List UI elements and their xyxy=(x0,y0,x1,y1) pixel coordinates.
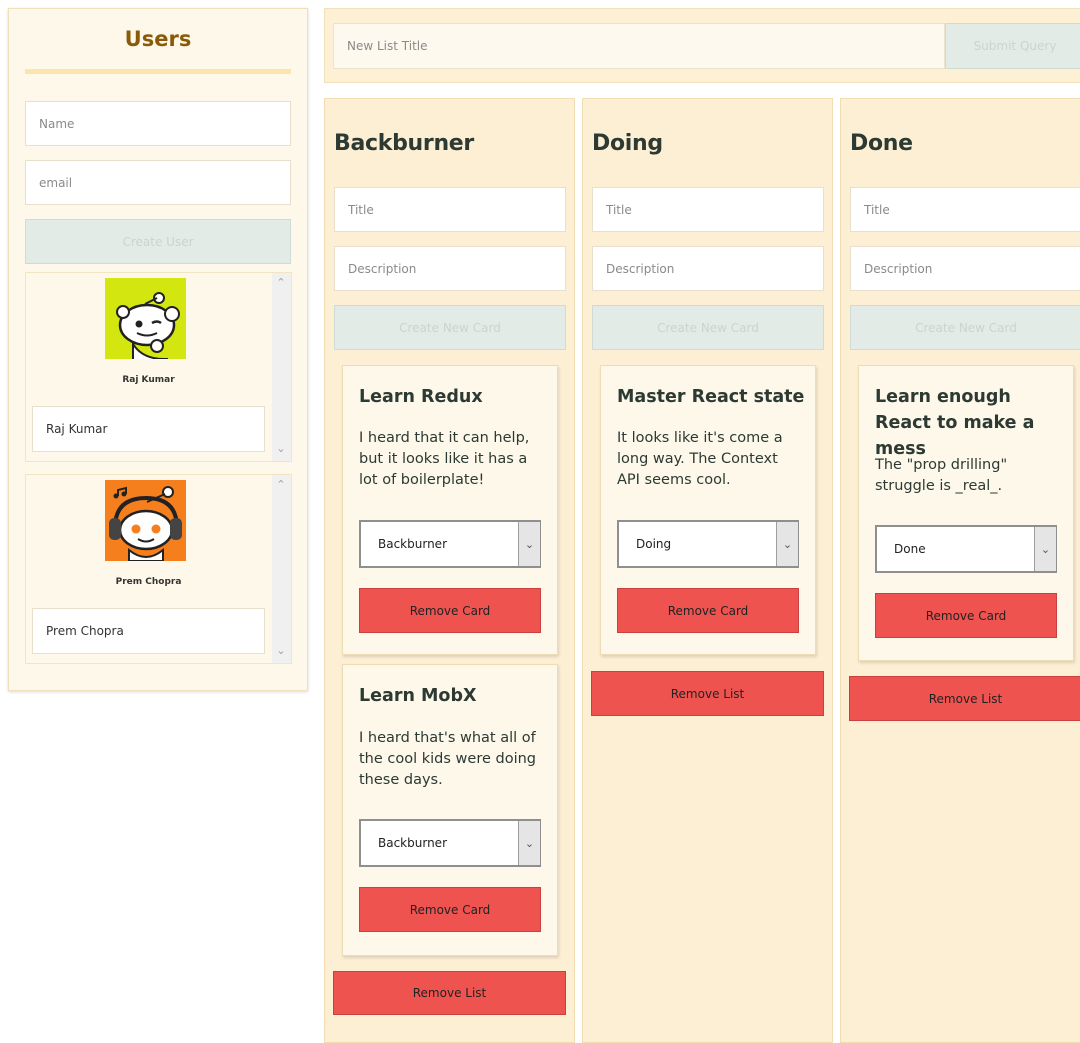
chevron-down-icon[interactable]: ⌄ xyxy=(275,443,287,455)
card-description: I heard that's what all of the cool kids… xyxy=(359,730,537,788)
list-title: Doing xyxy=(592,131,663,156)
status-select-value: Backburner xyxy=(378,537,447,551)
create-card-button[interactable]: Create New Card xyxy=(334,305,566,350)
card-title-input[interactable] xyxy=(592,187,824,232)
chevron-up-icon[interactable]: ⌃ xyxy=(275,479,287,491)
card-description: The "prop drilling" struggle is _real_. xyxy=(875,457,1008,494)
card-description-input[interactable] xyxy=(850,246,1080,291)
user-name-field[interactable] xyxy=(32,608,265,654)
list-title: Done xyxy=(850,131,913,156)
chevron-down-icon[interactable]: ⌄ xyxy=(1034,527,1056,571)
avatar xyxy=(105,278,186,365)
card-title: Learn MobX xyxy=(359,686,477,706)
remove-card-button[interactable]: Remove Card xyxy=(875,593,1057,638)
title-divider xyxy=(25,69,291,74)
user-card: Prem Chopra ⌃ ⌄ xyxy=(25,474,292,664)
status-select-value: Doing xyxy=(636,537,672,551)
card-title-input[interactable] xyxy=(850,187,1080,232)
user-card: Raj Kumar ⌃ ⌄ xyxy=(25,272,292,462)
remove-list-button[interactable]: Remove List xyxy=(591,671,824,716)
remove-list-button[interactable]: Remove List xyxy=(849,676,1080,721)
remove-card-button[interactable]: Remove Card xyxy=(617,588,799,633)
card-title-input[interactable] xyxy=(334,187,566,232)
card: Learn Redux I heard that it can help, bu… xyxy=(342,365,558,655)
card: Master React state It looks like it's co… xyxy=(600,365,816,655)
scrollbar[interactable]: ⌃ ⌄ xyxy=(272,273,291,461)
status-select-value: Backburner xyxy=(378,836,447,850)
new-list-bar: Submit Query xyxy=(324,8,1080,83)
create-card-button[interactable]: Create New Card xyxy=(592,305,824,350)
remove-card-button[interactable]: Remove Card xyxy=(359,588,541,633)
create-user-button[interactable]: Create User xyxy=(25,219,291,264)
list-title: Backburner xyxy=(334,131,474,156)
name-input[interactable] xyxy=(25,101,291,146)
status-select[interactable]: Done ⌄ xyxy=(875,525,1057,573)
user-name: Prem Chopra xyxy=(115,577,182,587)
card-description: I heard that it can help, but it looks l… xyxy=(359,430,530,488)
chevron-down-icon[interactable]: ⌄ xyxy=(275,645,287,657)
submit-query-button[interactable]: Submit Query xyxy=(945,23,1080,69)
users-title: Users xyxy=(124,27,192,51)
card: Learn enough React to make a mess The "p… xyxy=(858,365,1074,661)
chevron-down-icon[interactable]: ⌄ xyxy=(518,522,540,566)
card-description-input[interactable] xyxy=(334,246,566,291)
card-description: It looks like it's come a long way. The … xyxy=(617,430,783,488)
status-select[interactable]: Doing ⌄ xyxy=(617,520,799,568)
remove-card-button[interactable]: Remove Card xyxy=(359,887,541,932)
list-column: Backburner Create New Card Learn Redux I… xyxy=(324,98,575,1043)
user-name: Raj Kumar xyxy=(122,375,175,385)
card-title: Learn enough React to make a mess xyxy=(875,387,1035,459)
status-select-value: Done xyxy=(894,542,926,556)
list-column: Done Create New Card Learn enough React … xyxy=(840,98,1080,1043)
chevron-down-icon[interactable]: ⌄ xyxy=(776,522,798,566)
scrollbar[interactable]: ⌃ ⌄ xyxy=(272,475,291,663)
status-select[interactable]: Backburner ⌄ xyxy=(359,819,541,867)
users-panel: Users Create User Raj Kumar ⌃ ⌄ xyxy=(8,8,308,691)
new-list-title-input[interactable] xyxy=(333,23,945,69)
remove-list-button[interactable]: Remove List xyxy=(333,971,566,1015)
card: Learn MobX I heard that's what all of th… xyxy=(342,664,558,956)
chevron-up-icon[interactable]: ⌃ xyxy=(275,277,287,289)
list-column: Doing Create New Card Master React state… xyxy=(582,98,833,1043)
create-card-button[interactable]: Create New Card xyxy=(850,305,1080,350)
avatar xyxy=(105,480,186,562)
card-title: Learn Redux xyxy=(359,387,483,407)
user-name-field[interactable] xyxy=(32,406,265,452)
card-title: Master React state xyxy=(617,387,805,407)
status-select[interactable]: Backburner ⌄ xyxy=(359,520,541,568)
email-input[interactable] xyxy=(25,160,291,205)
card-description-input[interactable] xyxy=(592,246,824,291)
chevron-down-icon[interactable]: ⌄ xyxy=(518,821,540,865)
